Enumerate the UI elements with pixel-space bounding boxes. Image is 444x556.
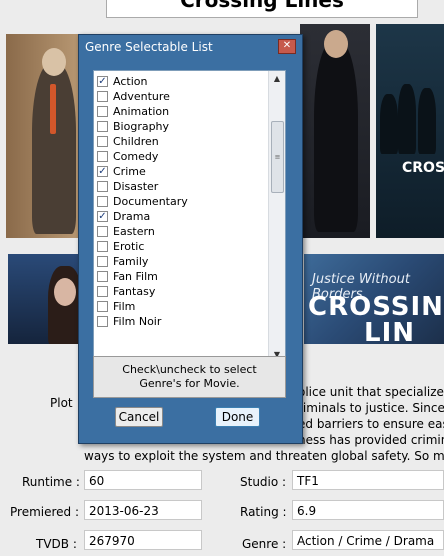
genre-checkbox[interactable] <box>97 151 108 162</box>
done-button[interactable]: Done <box>215 407 260 427</box>
runtime-label: Runtime : <box>22 475 80 489</box>
genre-checkbox[interactable] <box>97 181 108 192</box>
plot-label: Plot <box>50 396 73 410</box>
genre-label: Crime <box>113 165 146 178</box>
genre-checkbox[interactable] <box>97 136 108 147</box>
genre-label: Comedy <box>113 150 159 163</box>
rating-field[interactable]: 6.9 <box>292 500 444 520</box>
scroll-thumb[interactable]: ≡ <box>271 121 284 193</box>
dialog-title: Genre Selectable List <box>85 40 213 54</box>
runtime-field[interactable]: 60 <box>84 470 202 490</box>
genre-label: Documentary <box>113 195 188 208</box>
hint-box: Check\uncheck to select Genre's for Movi… <box>93 356 286 398</box>
close-icon[interactable]: ✕ <box>278 39 296 54</box>
show-title: Crossing Lines <box>106 0 418 18</box>
cancel-button[interactable]: Cancel <box>115 407 163 427</box>
genre-label: Erotic <box>113 240 145 253</box>
genre-checkbox[interactable] <box>97 286 108 297</box>
genre-label: Children <box>113 135 159 148</box>
hint-line-1: Check\uncheck to select <box>122 363 257 376</box>
genre-label: Fantasy <box>113 285 156 298</box>
genre-label: Film <box>113 300 136 313</box>
genre-checkbox[interactable] <box>97 316 108 327</box>
scroll-up-icon[interactable]: ▲ <box>269 71 285 87</box>
genre-checkbox[interactable]: ✓ <box>97 76 108 87</box>
tvdb-field[interactable]: 267970 <box>84 530 202 550</box>
genre-label: Fan Film <box>113 270 158 283</box>
genre-label: Eastern <box>113 225 155 238</box>
genre-label: Adventure <box>113 90 170 103</box>
genre-checkbox[interactable] <box>97 271 108 282</box>
list-scrollbar[interactable]: ▲ ≡ ▼ <box>268 71 285 363</box>
genre-field[interactable]: Action / Crime / Drama <box>292 530 444 550</box>
genre-checkbox[interactable] <box>97 241 108 252</box>
genre-dialog: Genre Selectable List ✕ ✓ Action Adventure… <box>78 34 303 444</box>
tvdb-label: TVDB : <box>36 537 77 551</box>
genre-checkbox[interactable] <box>97 106 108 117</box>
genre-checkbox[interactable] <box>97 91 108 102</box>
genre-checkbox[interactable] <box>97 226 108 237</box>
genre-checkbox[interactable] <box>97 196 108 207</box>
genre-label: Film Noir <box>113 315 162 328</box>
genre-label: Genre : <box>242 537 287 551</box>
studio-label: Studio : <box>240 475 287 489</box>
premiered-field[interactable]: 2013-06-23 <box>84 500 202 520</box>
plot-line: ways to exploit the system and threaten … <box>84 449 444 463</box>
poster-image-2[interactable]: CROSS <box>376 24 444 238</box>
premiered-label: Premiered : <box>10 505 80 519</box>
genre-checkbox[interactable]: ✓ <box>97 211 108 222</box>
poster-image-1[interactable] <box>300 24 370 238</box>
genre-checkbox[interactable]: ✓ <box>97 166 108 177</box>
genre-label: Animation <box>113 105 170 118</box>
genre-label: Action <box>113 75 148 88</box>
genre-label: Drama <box>113 210 151 223</box>
banner-image-left[interactable] <box>8 254 88 344</box>
banner-image-right[interactable]: Justice Without Borders CROSSING LIN <box>304 254 444 344</box>
genre-checkbox[interactable] <box>97 301 108 312</box>
studio-field[interactable]: TF1 <box>292 470 444 490</box>
banner-title-line2: LIN <box>364 318 416 344</box>
genre-label: Biography <box>113 120 170 133</box>
genre-list[interactable]: ✓ Action Adventure Animation Biography Childr… <box>93 70 286 364</box>
genre-label: Family <box>113 255 149 268</box>
hint-line-2: Genre's for Movie. <box>139 377 240 390</box>
genre-checkbox[interactable] <box>97 121 108 132</box>
rating-label: Rating : <box>240 505 287 519</box>
poster-title: CROSS <box>402 160 444 176</box>
genre-label: Disaster <box>113 180 159 193</box>
genre-checkbox[interactable] <box>97 256 108 267</box>
